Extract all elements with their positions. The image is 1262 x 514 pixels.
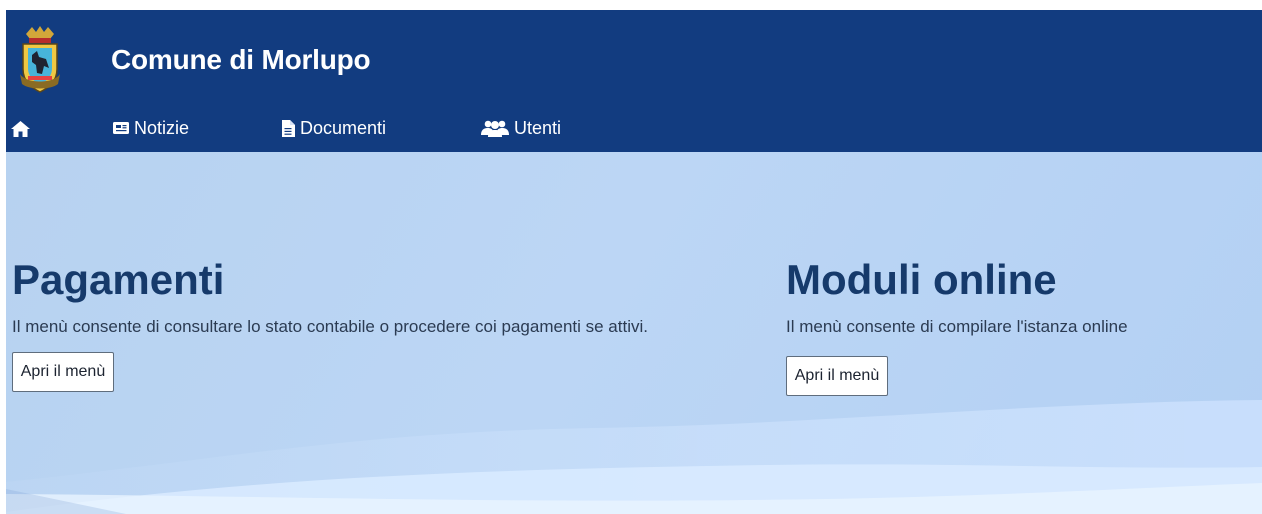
hero-section: Pagamenti Il menù consente di consultare… bbox=[6, 152, 1262, 514]
site-header: Comune di Morlupo Notizie Documenti Uten… bbox=[6, 10, 1262, 152]
newspaper-icon bbox=[113, 122, 129, 134]
page-frame: Comune di Morlupo Notizie Documenti Uten… bbox=[6, 10, 1262, 514]
document-icon bbox=[282, 119, 295, 137]
payments-card: Pagamenti Il menù consente di consultare… bbox=[12, 255, 652, 392]
online-forms-title: Moduli online bbox=[786, 256, 1057, 303]
online-forms-open-menu-button[interactable]: Apri il menù bbox=[786, 356, 888, 396]
nav-item-documents[interactable]: Documenti bbox=[280, 115, 386, 141]
payments-description: Il menù consente di consultare lo stato … bbox=[12, 317, 648, 336]
coat-of-arms-logo[interactable] bbox=[18, 24, 62, 94]
users-icon bbox=[481, 120, 509, 137]
payments-title: Pagamenti bbox=[12, 256, 225, 303]
nav-item-label: Notizie bbox=[134, 117, 190, 138]
nav-home[interactable] bbox=[10, 116, 31, 142]
nav-item-news[interactable]: Notizie bbox=[112, 115, 189, 141]
online-forms-description: Il menù consente di compilare l'istanza … bbox=[786, 317, 1128, 336]
nav-item-users[interactable]: Utenti bbox=[480, 115, 561, 141]
site-title[interactable]: Comune di Morlupo bbox=[111, 44, 371, 76]
home-icon bbox=[11, 121, 30, 137]
payments-open-menu-button[interactable]: Apri il menù bbox=[12, 352, 114, 392]
nav-item-label: Documenti bbox=[300, 117, 387, 138]
nav-item-label: Utenti bbox=[514, 117, 562, 138]
online-forms-card: Moduli online Il menù consente di compil… bbox=[786, 255, 1246, 396]
